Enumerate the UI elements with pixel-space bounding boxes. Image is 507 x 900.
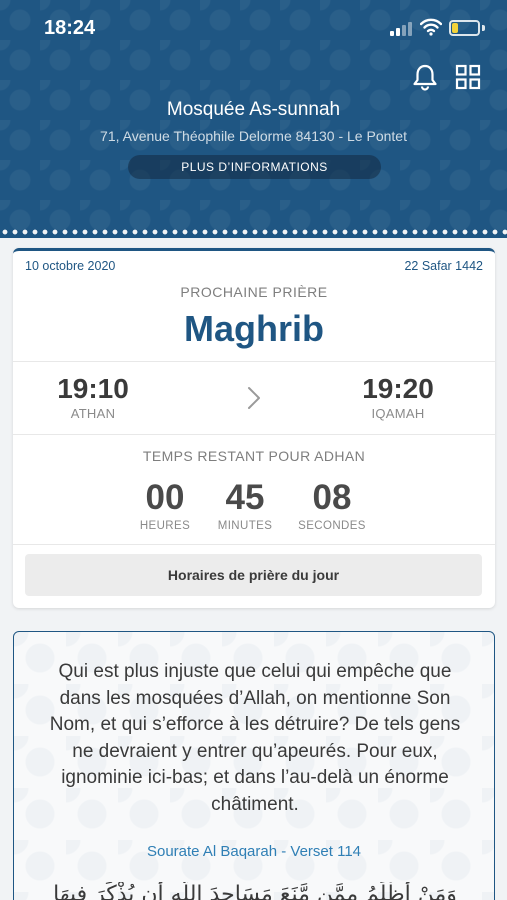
battery-icon	[449, 20, 480, 36]
hours-value: 00	[145, 478, 185, 517]
hijri-date: 22 Safar 1442	[404, 259, 483, 273]
divider	[13, 434, 495, 435]
signal-icon	[390, 22, 414, 36]
daily-schedule-button[interactable]: Horaires de prière du jour	[25, 554, 482, 596]
gregorian-date: 10 octobre 2020	[25, 259, 116, 273]
iqamah-time: 19:20	[362, 373, 434, 404]
next-prayer-label: PROCHAINE PRIÈRE	[180, 284, 328, 300]
more-info-button[interactable]: PLUS D’INFORMATIONS	[128, 155, 381, 179]
arabic-verse: وَمَنْ أَظْلَمُ مِمَّن مَّنَعَ مَسَاجِدَ…	[53, 882, 457, 900]
divider	[13, 544, 495, 545]
countdown-hours: 00 HEURES	[120, 478, 210, 532]
wifi-icon	[420, 18, 442, 36]
athan-label: ATHAN	[70, 406, 116, 421]
verse-reference[interactable]: Sourate Al Baqarah - Verset 114	[14, 843, 494, 860]
next-prayer-card: 10 octobre 2020 22 Safar 1442 PROCHAINE …	[13, 248, 495, 608]
bell-icon[interactable]	[410, 62, 440, 92]
hours-label: HEURES	[139, 520, 191, 532]
seconds-value: 08	[312, 478, 352, 517]
athan-block: 19:10 ATHAN	[28, 373, 158, 421]
iqamah-block: 19:20 IQAMAH	[333, 373, 463, 421]
verse-text: Qui est plus injuste que celui qui empêc…	[49, 661, 461, 815]
minutes-value: 45	[225, 478, 265, 517]
verse-card: Qui est plus injuste que celui qui empêc…	[13, 631, 495, 900]
seconds-label: SECONDES	[298, 520, 366, 532]
minutes-label: MINUTES	[217, 520, 273, 532]
divider	[13, 361, 495, 362]
mosque-header: 18:24 Mosquée As-sunnah 71, Avenue Théop…	[0, 0, 507, 238]
status-bar: 18:24	[0, 0, 507, 56]
athan-time: 19:10	[57, 373, 129, 404]
grid-icon[interactable]	[455, 64, 481, 90]
battery-level	[452, 23, 458, 33]
countdown-minutes: 45 MINUTES	[200, 478, 290, 532]
mosque-name: Mosquée As-sunnah	[166, 99, 341, 120]
scalloped-edge	[0, 226, 507, 238]
mosque-address: 71, Avenue Théophile Delorme 84130 - Le …	[100, 128, 407, 144]
countdown-seconds: 08 SECONDES	[287, 478, 377, 532]
iqamah-label: IQAMAH	[371, 406, 425, 421]
next-prayer-name: Maghrib	[184, 308, 324, 349]
status-time: 18:24	[44, 17, 96, 39]
chevron-right-icon	[248, 387, 260, 409]
time-remaining-label: TEMPS RESTANT POUR ADHAN	[142, 448, 366, 464]
